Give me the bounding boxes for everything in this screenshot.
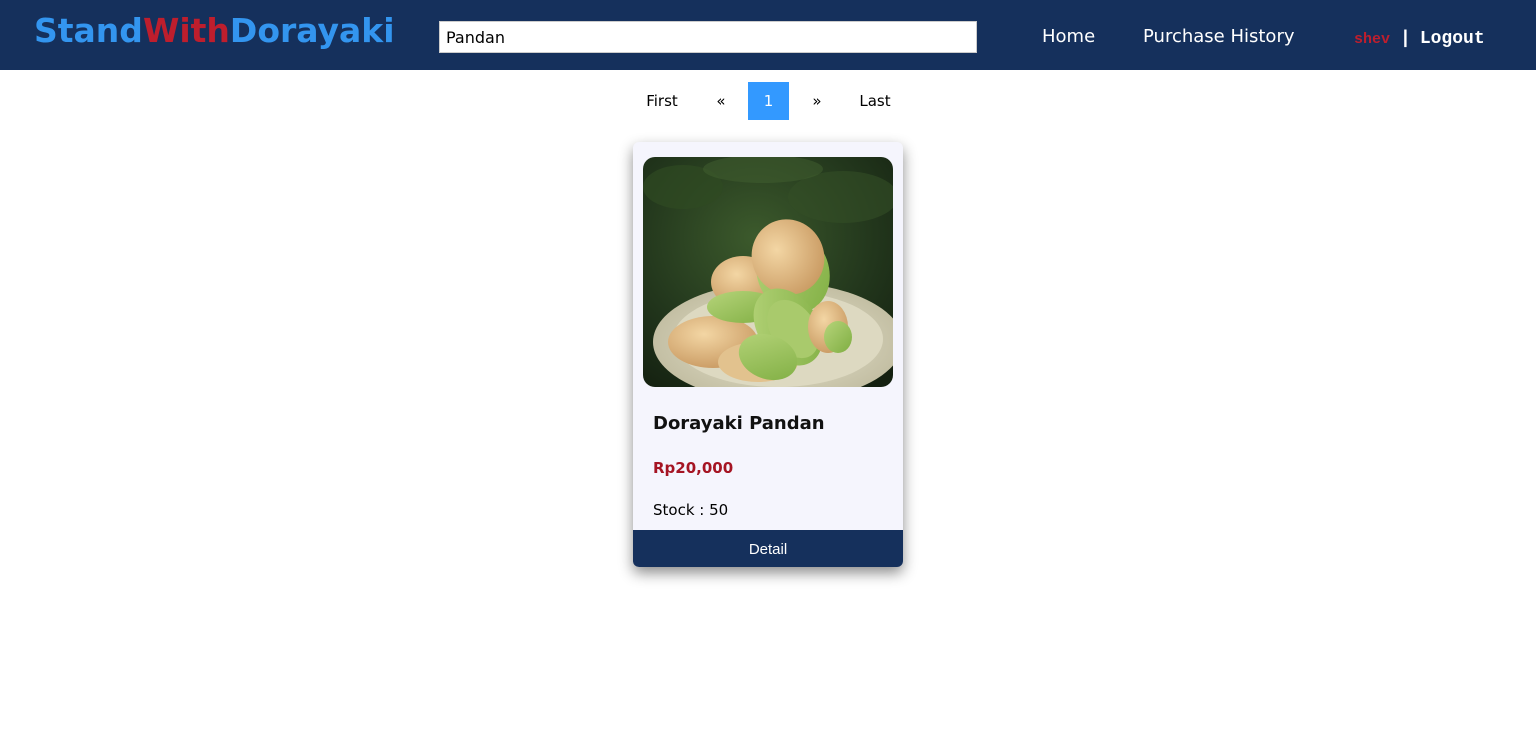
user-separator: | (1400, 29, 1411, 49)
logo-part-stand: Stand (34, 11, 143, 50)
user-area: shev | Logout (1354, 26, 1485, 53)
dorayaki-photo-icon (643, 157, 893, 387)
pagination-prev[interactable]: « (702, 82, 740, 120)
product-price: Rp20,000 (653, 459, 734, 477)
pagination-last[interactable]: Last (851, 82, 899, 120)
pagination: First « 1 » Last (0, 82, 1536, 120)
pagination-current-page[interactable]: 1 (748, 82, 789, 120)
username-label: shev (1354, 31, 1391, 48)
logo-part-with: With (142, 11, 230, 50)
nav-home-link[interactable]: Home (1042, 24, 1095, 50)
pagination-first[interactable]: First (634, 82, 690, 120)
pagination-next[interactable]: » (797, 82, 837, 120)
site-logo[interactable]: StandWithDorayaki (34, 9, 395, 53)
product-name: Dorayaki Pandan (653, 413, 825, 434)
nav-purchase-history-link[interactable]: Purchase History (1143, 24, 1295, 50)
product-image (643, 157, 893, 387)
product-card: Dorayaki Pandan Rp20,000 Stock : 50 Deta… (633, 142, 903, 567)
logo-part-dorayaki: Dorayaki (229, 11, 395, 50)
search-input[interactable] (439, 21, 977, 53)
navbar: StandWithDorayaki Home Purchase History … (0, 0, 1536, 70)
logout-link[interactable]: Logout (1420, 29, 1485, 49)
product-stock: Stock : 50 (653, 501, 729, 519)
detail-button[interactable]: Detail (633, 530, 903, 567)
